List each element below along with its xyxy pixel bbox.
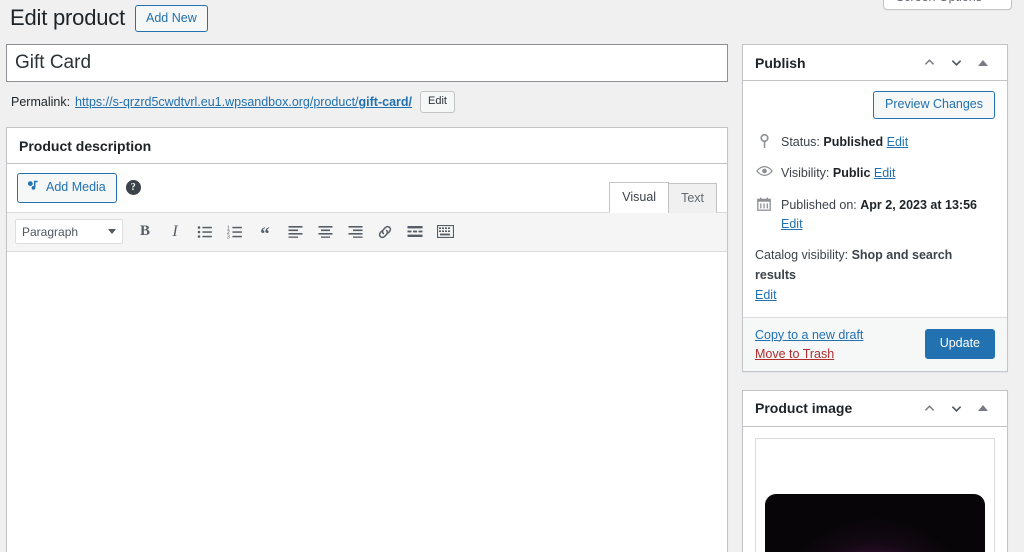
move-to-trash-link[interactable]: Move to Trash — [755, 347, 863, 361]
permalink-row: Permalink: https://s-qrzrd5cwdtvrl.eu1.w… — [6, 91, 728, 113]
bold-icon[interactable]: B — [131, 219, 159, 245]
move-up-icon[interactable] — [917, 51, 941, 75]
media-icon — [26, 179, 40, 196]
published-on-row: Published on: Apr 2, 2023 at 13:56 Edit — [743, 192, 1007, 243]
status-row: Status: Published Edit — [743, 129, 1007, 161]
wp-admin-edit-product-screen: Screen Options Edit product Add New Perm… — [0, 0, 1024, 552]
blockquote-icon[interactable]: “ — [251, 219, 279, 245]
copy-to-new-draft-link[interactable]: Copy to a new draft — [755, 328, 863, 342]
side-column: Publish Preview Changes Status: Publishe… — [742, 44, 1008, 552]
eye-icon — [755, 164, 773, 177]
product-image-panel: Product image — [742, 389, 1008, 552]
tab-visual[interactable]: Visual — [609, 181, 670, 213]
status-value: Published — [823, 134, 884, 149]
product-image-header: Product image — [743, 391, 1007, 427]
svg-text:3: 3 — [227, 234, 230, 239]
insert-link-icon[interactable] — [371, 219, 399, 245]
move-down-icon[interactable] — [944, 51, 968, 75]
permalink-url-prefix: https://s-qrzrd5cwdtvrl.eu1.wpsandbox.or… — [75, 95, 359, 109]
add-media-button[interactable]: Add Media — [17, 173, 117, 203]
published-on-text: Published on: Apr 2, 2023 at 13:56 Edit — [781, 196, 995, 234]
update-button[interactable]: Update — [924, 329, 995, 359]
tab-text[interactable]: Text — [668, 182, 717, 213]
chevron-down-icon — [989, 0, 999, 4]
screen-options-button[interactable]: Screen Options — [882, 0, 1012, 10]
publish-panel: Publish Preview Changes Status: Publishe… — [742, 44, 1008, 372]
paragraph-format-select[interactable]: Paragraph — [15, 219, 123, 244]
published-on-value: Apr 2, 2023 at 13:56 — [860, 198, 977, 212]
edit-permalink-button[interactable]: Edit — [420, 91, 455, 113]
status-label: Status: — [781, 134, 820, 149]
read-more-icon[interactable] — [401, 219, 429, 245]
product-image-title: Product image — [755, 400, 853, 416]
editor-media-bar: Add Media ? Visual Text — [7, 164, 727, 213]
align-center-icon[interactable] — [311, 219, 339, 245]
publish-panel-body: Preview Changes Status: Published Edit V… — [743, 81, 1007, 371]
catalog-visibility-label: Catalog visibility: — [755, 247, 849, 262]
align-left-icon[interactable] — [281, 219, 309, 245]
calendar-icon — [755, 196, 773, 211]
product-description-header: Product description — [7, 128, 727, 164]
product-image-actions — [917, 396, 995, 420]
editor-body: Add Media ? Visual Text Paragraph B I 1 … — [7, 164, 727, 552]
permalink-slug: gift-card/ — [358, 95, 413, 109]
editor-mode-tabs: Visual Text — [609, 181, 717, 213]
product-image-thumbnail-frame[interactable] — [755, 437, 995, 552]
add-new-button[interactable]: Add New — [135, 4, 208, 33]
bulleted-list-icon[interactable] — [191, 219, 219, 245]
minor-publishing-actions: Preview Changes — [743, 91, 1007, 129]
numbered-list-icon[interactable]: 1 2 3 — [221, 219, 249, 245]
screen-options-label: Screen Options — [896, 0, 982, 4]
editor-toolbar: Paragraph B I 1 2 3 “ — [7, 211, 727, 252]
pin-icon — [755, 133, 773, 149]
add-media-label: Add Media — [46, 180, 106, 194]
major-publishing-actions: Copy to a new draft Move to Trash Update — [743, 316, 1007, 371]
preview-changes-button[interactable]: Preview Changes — [873, 91, 995, 119]
product-description-title: Product description — [19, 137, 152, 154]
toggle-panel-icon[interactable] — [971, 396, 995, 420]
main-column: Permalink: https://s-qrzrd5cwdtvrl.eu1.w… — [6, 44, 728, 552]
toolbar-toggle-icon[interactable] — [431, 219, 459, 245]
align-right-icon[interactable] — [341, 219, 369, 245]
publish-panel-header: Publish — [743, 45, 1007, 81]
visibility-text: Visibility: Public Edit — [781, 164, 895, 183]
move-up-icon[interactable] — [917, 396, 941, 420]
page-title: Edit product — [10, 5, 126, 30]
chevron-down-icon — [108, 229, 116, 234]
catalog-visibility-row: Catalog visibility: Shop and search resu… — [743, 243, 1007, 317]
paragraph-format-value: Paragraph — [22, 224, 79, 239]
publish-panel-actions — [917, 51, 995, 75]
edit-status-link[interactable]: Edit — [887, 135, 909, 149]
published-on-label: Published on: — [781, 198, 857, 212]
publish-links: Copy to a new draft Move to Trash — [755, 328, 863, 361]
help-icon[interactable]: ? — [125, 180, 141, 196]
product-description-panel: Product description Add Media ? Visual T… — [6, 127, 728, 552]
editor-content-area[interactable] — [7, 251, 727, 552]
permalink-link[interactable]: https://s-qrzrd5cwdtvrl.eu1.wpsandbox.or… — [75, 95, 412, 109]
product-title-input[interactable] — [6, 44, 728, 82]
visibility-value: Public — [832, 166, 871, 181]
toggle-panel-icon[interactable] — [971, 51, 995, 75]
move-down-icon[interactable] — [944, 396, 968, 420]
page-header: Edit product Add New — [10, 4, 208, 33]
visibility-label: Visibility: — [781, 166, 830, 181]
visibility-row: Visibility: Public Edit — [743, 160, 1007, 192]
publish-panel-title: Publish — [755, 54, 806, 71]
edit-catalog-visibility-link[interactable]: Edit — [755, 288, 777, 302]
product-image-body — [743, 427, 1007, 552]
edit-published-on-link[interactable]: Edit — [781, 217, 803, 231]
permalink-label: Permalink: — [11, 95, 71, 109]
edit-visibility-link[interactable]: Edit — [874, 166, 896, 180]
italic-icon[interactable]: I — [161, 219, 189, 245]
gift-box-icon — [765, 493, 985, 552]
status-text: Status: Published Edit — [781, 133, 908, 152]
